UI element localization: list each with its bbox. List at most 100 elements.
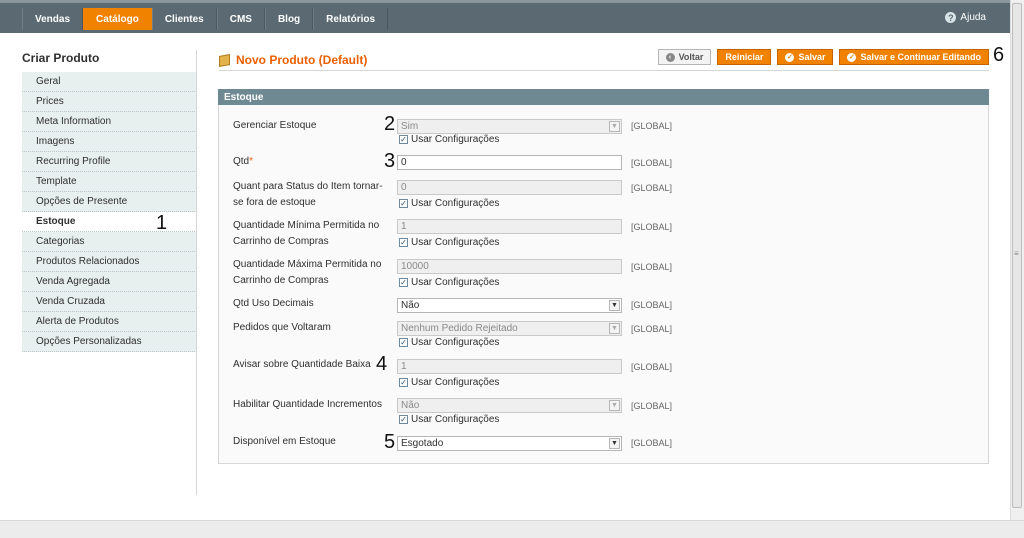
- vertical-scrollbar[interactable]: ≡: [1010, 0, 1024, 520]
- fieldset-header: Estoque: [218, 89, 989, 105]
- sidebar-item-template[interactable]: Template: [22, 172, 197, 192]
- manage-stock-label: Gerenciar Estoque: [233, 120, 317, 131]
- annotation-1: 1: [156, 212, 168, 234]
- sidebar-divider: [196, 50, 197, 495]
- sidebar-item-opcoes-personalizadas[interactable]: Opções Personalizadas: [22, 332, 197, 352]
- nav-blog[interactable]: Blog: [264, 8, 314, 30]
- reset-button[interactable]: Reiniciar: [717, 49, 772, 65]
- stock-availability-label: Disponível em Estoque: [233, 436, 336, 447]
- out-of-stock-input[interactable]: 0: [397, 180, 622, 195]
- product-box-icon: [219, 53, 230, 67]
- help-label: Ajuda: [960, 12, 986, 23]
- scope-label: [GLOBAL]: [631, 222, 673, 232]
- nav-relatorios[interactable]: Relatórios: [313, 8, 389, 30]
- required-mark: *: [249, 156, 254, 167]
- scope-label: [GLOBAL]: [631, 183, 673, 193]
- checkbox-check-icon: ✓: [399, 414, 408, 424]
- qty-input[interactable]: 0: [397, 155, 622, 170]
- page-title: Novo Produto (Default): [219, 53, 367, 67]
- sidebar-item-produtos-relacionados[interactable]: Produtos Relacionados: [22, 252, 197, 272]
- scope-label: [GLOBAL]: [631, 438, 673, 448]
- min-sale-qty-input[interactable]: 1: [397, 219, 622, 234]
- back-arrow-icon: ‹: [665, 52, 675, 62]
- qty-increments-label: Habilitar Quantidade Incrementos: [233, 399, 382, 410]
- sidebar-item-venda-cruzada[interactable]: Venda Cruzada: [22, 292, 197, 312]
- scope-label: [GLOBAL]: [631, 362, 673, 372]
- sidebar-tabs: Geral Prices Meta Information Imagens Re…: [22, 72, 197, 352]
- action-buttons: ‹ Voltar Reiniciar ✓ Salvar ✓ Salvar e C…: [657, 49, 989, 65]
- save-continue-button-label: Salvar e Continuar Editando: [860, 52, 981, 62]
- chevron-down-icon: ▼: [609, 438, 620, 449]
- sidebar-item-alerta-de-produtos[interactable]: Alerta de Produtos: [22, 312, 197, 332]
- backorders-value: Nenhum Pedido Rejeitado: [401, 323, 518, 334]
- checkbox-check-icon: ✓: [399, 277, 408, 287]
- scope-label: [GLOBAL]: [631, 300, 673, 310]
- chevron-down-icon: ▼: [609, 400, 620, 411]
- scope-label: [GLOBAL]: [631, 262, 673, 272]
- qty-decimals-select[interactable]: Não ▼: [397, 298, 622, 313]
- use-config-checkbox[interactable]: ✓ Usar Configurações: [399, 134, 499, 145]
- nav-catalogo[interactable]: Catálogo: [83, 8, 152, 30]
- sidebar-item-prices[interactable]: Prices: [22, 92, 197, 112]
- save-continue-button[interactable]: ✓ Salvar e Continuar Editando: [839, 49, 989, 65]
- backorders-select[interactable]: Nenhum Pedido Rejeitado ▼: [397, 321, 622, 336]
- manage-stock-value: Sim: [401, 121, 419, 132]
- annotation-2: 2: [384, 113, 396, 135]
- use-config-label: Usar Configurações: [411, 198, 500, 209]
- checkbox-check-icon: ✓: [399, 198, 408, 208]
- sidebar-item-estoque[interactable]: Estoque: [22, 212, 197, 232]
- annotation-6: 6: [993, 44, 1005, 66]
- use-config-checkbox[interactable]: ✓ Usar Configurações: [399, 237, 499, 248]
- use-config-checkbox[interactable]: ✓ Usar Configurações: [399, 377, 499, 388]
- annotation-4: 4: [376, 353, 388, 375]
- nav-cms[interactable]: CMS: [216, 8, 265, 30]
- notify-qty-input[interactable]: 1: [397, 359, 622, 374]
- save-check-icon: ✓: [785, 52, 795, 62]
- sidebar-title: Criar Produto: [22, 51, 100, 65]
- use-config-checkbox[interactable]: ✓ Usar Configurações: [399, 198, 499, 209]
- stock-availability-value: Esgotado: [401, 438, 444, 449]
- bottom-bar: [0, 520, 1024, 538]
- qty-increments-value: Não: [401, 400, 420, 411]
- annotation-5: 5: [384, 431, 396, 453]
- qty-label-text: Qtd: [233, 156, 250, 167]
- min-sale-qty-label: Quantidade Mínima Permitida no Carrinho …: [233, 220, 380, 247]
- stock-availability-select[interactable]: Esgotado ▼: [397, 436, 622, 451]
- grip-icon: ≡: [1014, 249, 1019, 258]
- use-config-label: Usar Configurações: [411, 277, 500, 288]
- checkbox-check-icon: ✓: [399, 134, 408, 144]
- top-navigation: Vendas Catálogo Clientes CMS Blog Relató…: [0, 0, 1010, 33]
- sidebar-item-meta-information[interactable]: Meta Information: [22, 112, 197, 132]
- sidebar-item-venda-agregada[interactable]: Venda Agregada: [22, 272, 197, 292]
- use-config-label: Usar Configurações: [411, 237, 500, 248]
- backorders-label: Pedidos que Voltaram: [233, 322, 331, 333]
- chevron-down-icon: ▼: [609, 121, 620, 132]
- max-sale-qty-input[interactable]: 10000: [397, 259, 622, 274]
- back-button-label: Voltar: [678, 52, 704, 62]
- help-icon: ?: [945, 12, 957, 23]
- back-button[interactable]: ‹ Voltar: [657, 49, 712, 65]
- help-link[interactable]: ? Ajuda: [945, 12, 986, 23]
- nav-vendas[interactable]: Vendas: [22, 8, 84, 30]
- use-config-checkbox[interactable]: ✓ Usar Configurações: [399, 337, 499, 348]
- sidebar-item-opcoes-de-presente[interactable]: Opções de Presente: [22, 192, 197, 212]
- checkbox-check-icon: ✓: [399, 377, 408, 387]
- use-config-checkbox[interactable]: ✓ Usar Configurações: [399, 414, 499, 425]
- sidebar-item-imagens[interactable]: Imagens: [22, 132, 197, 152]
- sidebar-item-geral[interactable]: Geral: [22, 72, 197, 92]
- save-continue-check-icon: ✓: [847, 52, 857, 62]
- nav-menu: Vendas Catálogo Clientes CMS Blog Relató…: [22, 8, 389, 30]
- nav-clientes[interactable]: Clientes: [151, 8, 217, 30]
- qty-decimals-value: Não: [401, 300, 420, 311]
- save-button[interactable]: ✓ Salvar: [777, 49, 834, 65]
- page-title-text: Novo Produto (Default): [236, 53, 368, 67]
- checkbox-check-icon: ✓: [399, 337, 408, 347]
- scope-label: [GLOBAL]: [631, 158, 673, 168]
- qty-increments-select[interactable]: Não ▼: [397, 398, 622, 413]
- sidebar-item-recurring-profile[interactable]: Recurring Profile: [22, 152, 197, 172]
- manage-stock-select[interactable]: Sim ▼: [397, 119, 622, 134]
- use-config-checkbox[interactable]: ✓ Usar Configurações: [399, 277, 499, 288]
- max-sale-qty-label: Quantidade Máxima Permitida no Carrinho …: [233, 259, 382, 286]
- sidebar-item-categorias[interactable]: Categorias: [22, 232, 197, 252]
- scope-label: [GLOBAL]: [631, 401, 673, 411]
